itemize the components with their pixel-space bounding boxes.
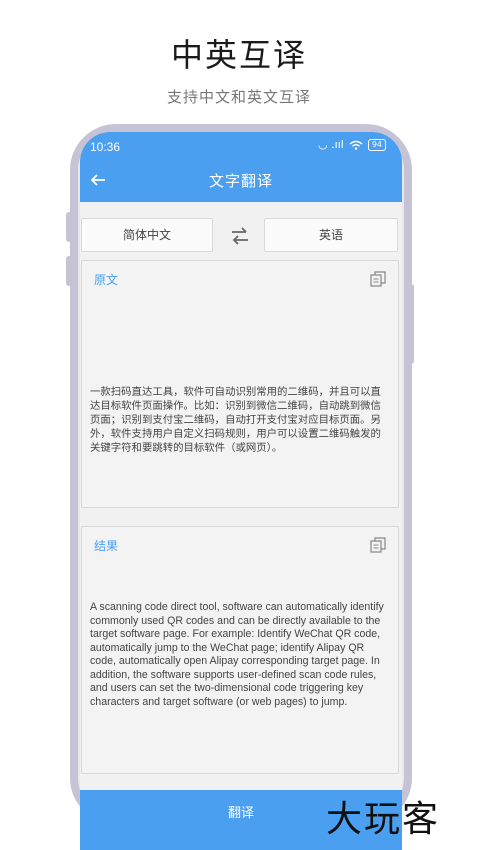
- result-panel: 结果 A scanning code direct tool, software…: [81, 526, 399, 774]
- wifi-icon: [349, 140, 363, 150]
- app-title: 文字翻译: [208, 172, 273, 190]
- copy-icon[interactable]: [370, 271, 386, 287]
- battery-icon: 94: [367, 138, 386, 151]
- volume-button: [66, 212, 72, 242]
- copy-icon[interactable]: [370, 537, 386, 553]
- watermark-logo: 大玩客: [326, 799, 441, 840]
- result-text: A scanning code direct tool, software ca…: [90, 601, 384, 708]
- promo-title: 中英互译: [170, 36, 307, 74]
- swap-icon[interactable]: [228, 224, 252, 248]
- result-label: 结果: [94, 539, 119, 553]
- signal-icon: ◡ .ııl: [318, 138, 344, 151]
- app-header: 10:36 ◡ .ııl 94 文字翻译: [80, 132, 402, 202]
- status-icons: ◡ .ııl 94: [318, 138, 386, 151]
- phone-screen: 10:36 ◡ .ııl 94 文字翻译 简体中文 英语 原文 一款扫码直达工具…: [80, 132, 402, 850]
- target-language-button[interactable]: 英语: [264, 218, 398, 252]
- promo-subtitle: 支持中文和英文互译: [166, 88, 311, 106]
- status-time: 10:36: [90, 140, 121, 154]
- source-text[interactable]: 一款扫码直达工具，软件可自动识别常用的二维码，并且可以直达目标软件页面操作。比如…: [90, 385, 390, 455]
- source-label: 原文: [94, 273, 119, 287]
- source-panel: 原文 一款扫码直达工具，软件可自动识别常用的二维码，并且可以直达目标软件页面操作…: [81, 260, 399, 508]
- power-button: [66, 256, 72, 286]
- source-language-button[interactable]: 简体中文: [81, 218, 213, 252]
- side-button: [408, 284, 414, 364]
